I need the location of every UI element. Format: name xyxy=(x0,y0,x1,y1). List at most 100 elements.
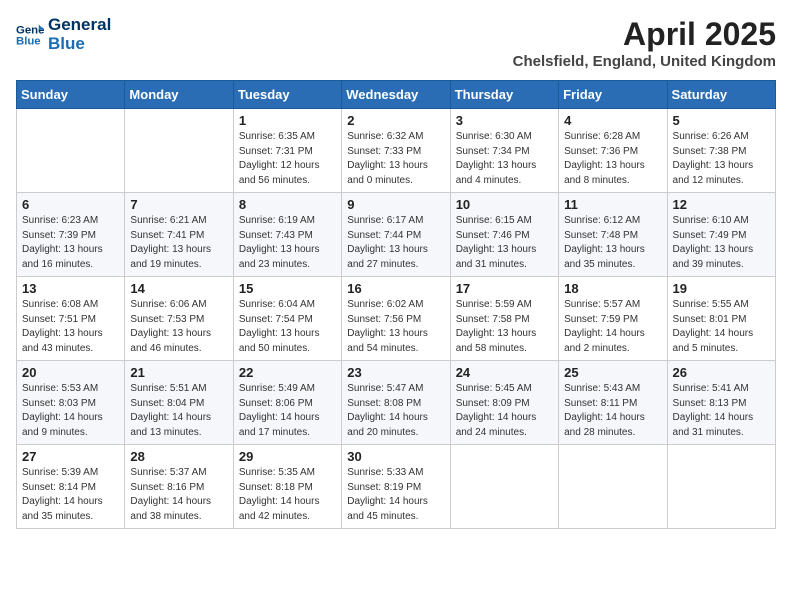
day-info: Sunrise: 5:47 AM Sunset: 8:08 PM Dayligh… xyxy=(347,382,444,440)
calendar-cell: 4 Sunrise: 6:28 AM Sunset: 7:36 PM Daylig… xyxy=(559,109,667,193)
day-number: 13 xyxy=(22,281,119,296)
day-number: 10 xyxy=(456,197,553,212)
calendar-week-1: 1 Sunrise: 6:35 AM Sunset: 7:31 PM Daylig… xyxy=(17,109,776,193)
calendar-cell: 20 Sunrise: 5:53 AM Sunset: 8:03 PM Dayli… xyxy=(17,361,125,445)
day-number: 8 xyxy=(239,197,336,212)
day-info: Sunrise: 6:02 AM Sunset: 7:56 PM Dayligh… xyxy=(347,298,444,356)
calendar-cell: 29 Sunrise: 5:35 AM Sunset: 8:18 PM Dayli… xyxy=(233,445,341,529)
calendar-cell: 1 Sunrise: 6:35 AM Sunset: 7:31 PM Daylig… xyxy=(233,109,341,193)
calendar-cell: 8 Sunrise: 6:19 AM Sunset: 7:43 PM Daylig… xyxy=(233,193,341,277)
day-info: Sunrise: 5:41 AM Sunset: 8:13 PM Dayligh… xyxy=(673,382,770,440)
day-number: 7 xyxy=(130,197,227,212)
day-info: Sunrise: 6:28 AM Sunset: 7:36 PM Dayligh… xyxy=(564,130,661,188)
day-info: Sunrise: 6:10 AM Sunset: 7:49 PM Dayligh… xyxy=(673,214,770,272)
calendar-cell: 25 Sunrise: 5:43 AM Sunset: 8:11 PM Dayli… xyxy=(559,361,667,445)
calendar-cell: 24 Sunrise: 5:45 AM Sunset: 8:09 PM Dayli… xyxy=(450,361,558,445)
calendar-cell: 16 Sunrise: 6:02 AM Sunset: 7:56 PM Dayli… xyxy=(342,277,450,361)
day-number: 11 xyxy=(564,197,661,212)
calendar-cell: 12 Sunrise: 6:10 AM Sunset: 7:49 PM Dayli… xyxy=(667,193,775,277)
day-info: Sunrise: 6:32 AM Sunset: 7:33 PM Dayligh… xyxy=(347,130,444,188)
calendar-week-2: 6 Sunrise: 6:23 AM Sunset: 7:39 PM Daylig… xyxy=(17,193,776,277)
calendar-cell: 3Sunrise: 6:30 AM Sunset: 7:34 PM Daylig… xyxy=(450,109,558,193)
calendar-week-5: 27 Sunrise: 5:39 AM Sunset: 8:14 PM Dayli… xyxy=(17,445,776,529)
day-info: Sunrise: 5:51 AM Sunset: 8:04 PM Dayligh… xyxy=(130,382,227,440)
calendar-cell xyxy=(450,445,558,529)
calendar-cell: 6 Sunrise: 6:23 AM Sunset: 7:39 PM Daylig… xyxy=(17,193,125,277)
calendar-cell: 10 Sunrise: 6:15 AM Sunset: 7:46 PM Dayli… xyxy=(450,193,558,277)
day-number: 24 xyxy=(456,365,553,380)
day-header-thursday: Thursday xyxy=(450,81,558,109)
day-info: Sunrise: 5:57 AM Sunset: 7:59 PM Dayligh… xyxy=(564,298,661,356)
day-info: Sunrise: 6:35 AM Sunset: 7:31 PM Dayligh… xyxy=(239,130,336,188)
day-number: 26 xyxy=(673,365,770,380)
location-subtitle: Chelsfield, England, United Kingdom xyxy=(513,53,776,70)
day-info: Sunrise: 5:39 AM Sunset: 8:14 PM Dayligh… xyxy=(22,466,119,524)
svg-text:Blue: Blue xyxy=(16,35,41,47)
day-number: 5 xyxy=(673,113,770,128)
logo: General Blue General Blue xyxy=(16,16,111,53)
day-info: Sunrise: 5:35 AM Sunset: 8:18 PM Dayligh… xyxy=(239,466,336,524)
calendar-cell: 9 Sunrise: 6:17 AM Sunset: 7:44 PM Daylig… xyxy=(342,193,450,277)
day-number: 4 xyxy=(564,113,661,128)
calendar-week-3: 13 Sunrise: 6:08 AM Sunset: 7:51 PM Dayli… xyxy=(17,277,776,361)
day-header-monday: Monday xyxy=(125,81,233,109)
day-number: 20 xyxy=(22,365,119,380)
day-number: 12 xyxy=(673,197,770,212)
calendar-cell: 18 Sunrise: 5:57 AM Sunset: 7:59 PM Dayli… xyxy=(559,277,667,361)
day-header-friday: Friday xyxy=(559,81,667,109)
day-info: Sunrise: 6:19 AM Sunset: 7:43 PM Dayligh… xyxy=(239,214,336,272)
day-number: 15 xyxy=(239,281,336,296)
day-number: 30 xyxy=(347,449,444,464)
day-info: Sunrise: 6:26 AM Sunset: 7:38 PM Dayligh… xyxy=(673,130,770,188)
calendar-cell: 19 Sunrise: 5:55 AM Sunset: 8:01 PM Dayli… xyxy=(667,277,775,361)
day-info: Sunrise: 6:17 AM Sunset: 7:44 PM Dayligh… xyxy=(347,214,444,272)
day-info: Sunrise: 5:37 AM Sunset: 8:16 PM Dayligh… xyxy=(130,466,227,524)
day-number: 25 xyxy=(564,365,661,380)
day-info: Sunrise: 6:12 AM Sunset: 7:48 PM Dayligh… xyxy=(564,214,661,272)
day-number: 28 xyxy=(130,449,227,464)
day-number: 16 xyxy=(347,281,444,296)
day-number: 6 xyxy=(22,197,119,212)
day-number: 29 xyxy=(239,449,336,464)
day-info: Sunrise: 5:33 AM Sunset: 8:19 PM Dayligh… xyxy=(347,466,444,524)
day-number: 19 xyxy=(673,281,770,296)
month-title: April 2025 xyxy=(513,16,776,53)
day-info: Sunrise: 5:45 AM Sunset: 8:09 PM Dayligh… xyxy=(456,382,553,440)
logo-general-text: General xyxy=(48,16,111,35)
day-header-sunday: Sunday xyxy=(17,81,125,109)
calendar-header-row: SundayMondayTuesdayWednesdayThursdayFrid… xyxy=(17,81,776,109)
day-info: Sunrise: 5:55 AM Sunset: 8:01 PM Dayligh… xyxy=(673,298,770,356)
day-number: 23 xyxy=(347,365,444,380)
day-number: 27 xyxy=(22,449,119,464)
day-header-saturday: Saturday xyxy=(667,81,775,109)
calendar-cell: 15 Sunrise: 6:04 AM Sunset: 7:54 PM Dayli… xyxy=(233,277,341,361)
calendar-cell: 27 Sunrise: 5:39 AM Sunset: 8:14 PM Dayli… xyxy=(17,445,125,529)
day-info: Sunrise: 6:15 AM Sunset: 7:46 PM Dayligh… xyxy=(456,214,553,272)
day-info: Sunrise: 6:23 AM Sunset: 7:39 PM Dayligh… xyxy=(22,214,119,272)
day-number: 22 xyxy=(239,365,336,380)
logo-icon: General Blue xyxy=(16,21,44,49)
calendar-table: SundayMondayTuesdayWednesdayThursdayFrid… xyxy=(16,80,776,529)
logo-blue-text: Blue xyxy=(48,35,111,54)
calendar-cell: 28 Sunrise: 5:37 AM Sunset: 8:16 PM Dayli… xyxy=(125,445,233,529)
calendar-cell xyxy=(667,445,775,529)
page-header: General Blue General Blue April 2025 Che… xyxy=(16,16,776,70)
day-info: Sunrise: 5:43 AM Sunset: 8:11 PM Dayligh… xyxy=(564,382,661,440)
calendar-cell xyxy=(125,109,233,193)
day-number: 1 xyxy=(239,113,336,128)
day-info: Sunrise: 6:21 AM Sunset: 7:41 PM Dayligh… xyxy=(130,214,227,272)
calendar-cell: 14Sunrise: 6:06 AM Sunset: 7:53 PM Dayli… xyxy=(125,277,233,361)
calendar-cell: 13 Sunrise: 6:08 AM Sunset: 7:51 PM Dayli… xyxy=(17,277,125,361)
day-number: 9 xyxy=(347,197,444,212)
day-info: Sunrise: 6:08 AM Sunset: 7:51 PM Dayligh… xyxy=(22,298,119,356)
title-block: April 2025 Chelsfield, England, United K… xyxy=(513,16,776,70)
calendar-cell: 26 Sunrise: 5:41 AM Sunset: 8:13 PM Dayli… xyxy=(667,361,775,445)
day-info: Sunrise: 5:53 AM Sunset: 8:03 PM Dayligh… xyxy=(22,382,119,440)
day-info: Sunrise: 6:04 AM Sunset: 7:54 PM Dayligh… xyxy=(239,298,336,356)
calendar-cell: 7 Sunrise: 6:21 AM Sunset: 7:41 PM Daylig… xyxy=(125,193,233,277)
calendar-cell: 22Sunrise: 5:49 AM Sunset: 8:06 PM Dayli… xyxy=(233,361,341,445)
day-info: Sunrise: 6:30 AM Sunset: 7:34 PM Dayligh… xyxy=(456,130,553,188)
day-number: 18 xyxy=(564,281,661,296)
day-number: 14 xyxy=(130,281,227,296)
calendar-cell: 2Sunrise: 6:32 AM Sunset: 7:33 PM Daylig… xyxy=(342,109,450,193)
